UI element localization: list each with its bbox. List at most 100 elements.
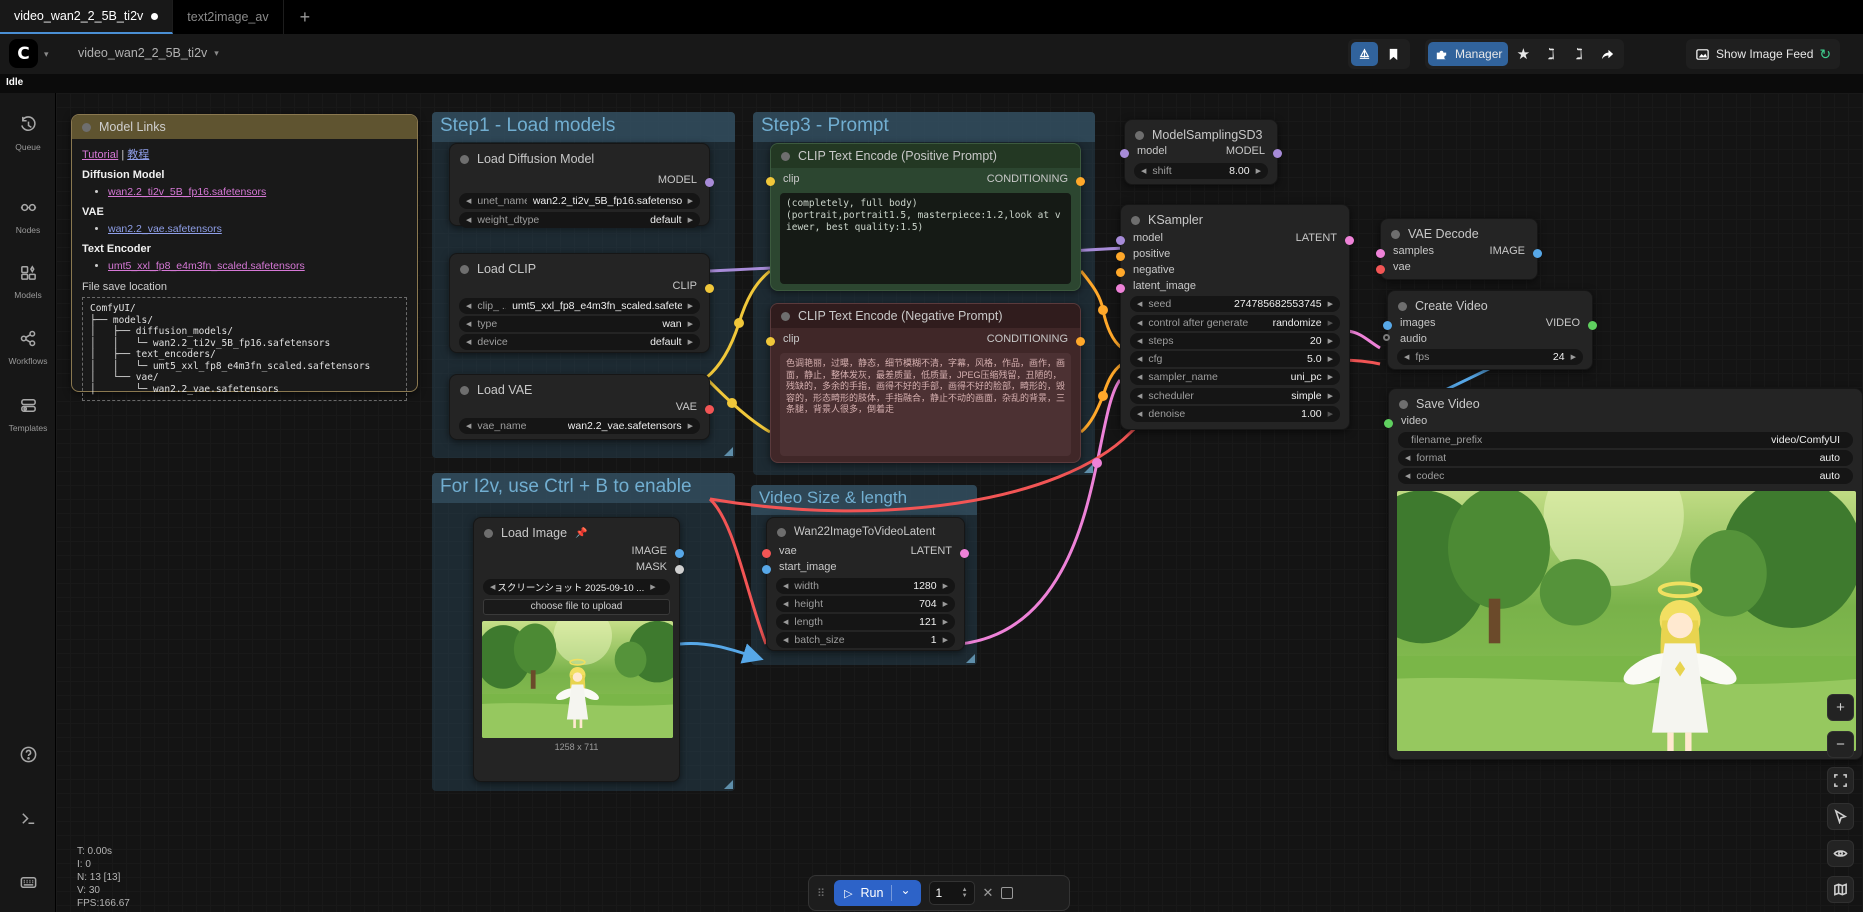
collapse-dot[interactable]	[777, 528, 786, 537]
widget-weight-dtype[interactable]: weight_dtype default	[459, 212, 700, 228]
widget-height[interactable]: height704	[776, 596, 955, 612]
share-button[interactable]	[1594, 42, 1621, 66]
chevron-down-icon[interactable]	[900, 889, 910, 897]
widget-filename-prefix[interactable]: filename_prefix video/ComfyUI	[1398, 432, 1853, 448]
select-mode-button[interactable]	[1827, 803, 1854, 830]
node-vae-decode[interactable]: VAE Decode samples vae IMAGE	[1380, 218, 1538, 280]
stepper-arrows-icon[interactable]: ▲▼	[962, 887, 968, 899]
input-dot-vae[interactable]	[1376, 265, 1385, 274]
widget-right-arrow-icon[interactable]	[650, 583, 655, 591]
widget-left-arrow-icon[interactable]	[466, 216, 471, 224]
input-dot-audio[interactable]	[1383, 334, 1390, 341]
text-encoder-link[interactable]: umt5_xxl_fp8_e4m3fn_scaled.safetensors	[108, 260, 305, 272]
show-image-feed-button[interactable]: Show Image Feed ↻	[1689, 42, 1837, 66]
input-dot-positive[interactable]	[1116, 252, 1125, 261]
bookmark-button[interactable]	[1380, 42, 1407, 66]
widget-left-arrow-icon[interactable]	[1137, 300, 1142, 308]
node-ksampler[interactable]: KSampler model positive negative latent_…	[1120, 204, 1350, 430]
toggle-links-button[interactable]	[1827, 840, 1854, 867]
widget-codec[interactable]: codec auto	[1398, 468, 1853, 484]
widget-steps[interactable]: steps20	[1130, 333, 1340, 349]
widget-right-arrow-icon[interactable]	[1328, 392, 1333, 400]
node-load-clip[interactable]: Load CLIP CLIP clip_ ... umt5_xxl_fp8_e4…	[449, 253, 710, 353]
vae-link[interactable]: wan2.2_vae.safetensors	[108, 223, 222, 235]
reroute-dot[interactable]	[1092, 458, 1102, 468]
collapse-dot[interactable]	[781, 152, 790, 161]
input-dot-start-image[interactable]	[762, 565, 771, 574]
load-image-preview[interactable]	[482, 621, 673, 738]
widget-right-arrow-icon[interactable]	[688, 338, 693, 346]
widget-right-arrow-icon[interactable]	[1328, 355, 1333, 363]
input-dot-model[interactable]	[1120, 149, 1129, 158]
input-dot-video[interactable]	[1384, 419, 1393, 428]
widget-format[interactable]: format auto	[1398, 450, 1853, 466]
widget-sampler-name[interactable]: sampler_nameuni_pc	[1130, 369, 1340, 385]
input-dot-vae[interactable]	[762, 549, 771, 558]
output-dot-latent[interactable]	[960, 549, 969, 558]
widget-seed[interactable]: seed274785682553745	[1130, 296, 1340, 312]
input-dot-model[interactable]	[1116, 236, 1125, 245]
widget-left-arrow-icon[interactable]	[1405, 454, 1410, 462]
sidebar-item-shortcuts[interactable]	[0, 873, 56, 897]
widget-right-arrow-icon[interactable]	[1328, 373, 1333, 381]
widget-right-arrow-icon[interactable]	[688, 216, 693, 224]
wire-ksampler-to-vaedecode[interactable]	[1348, 331, 1380, 348]
wire-image-to-start[interactable]	[680, 643, 758, 658]
widget-type[interactable]: type wan	[459, 316, 700, 332]
output-dot-conditioning[interactable]	[1076, 337, 1085, 346]
widget-clip-name[interactable]: clip_ ... umt5_xxl_fp8_e4m3fn_scaled.saf…	[459, 298, 700, 314]
reroute-dot[interactable]	[1098, 305, 1108, 315]
sidebar-item-workflows[interactable]: Workflows	[0, 329, 56, 366]
clear-queue-icon[interactable]: ✕	[983, 885, 994, 901]
widget-left-arrow-icon[interactable]	[1405, 472, 1410, 480]
widget-left-arrow-icon[interactable]	[783, 582, 788, 590]
wire-clip-to-negative[interactable]	[706, 378, 770, 432]
widget-right-arrow-icon[interactable]	[943, 636, 948, 644]
run-button[interactable]: Run	[834, 880, 920, 906]
output-dot-video[interactable]	[1588, 321, 1597, 330]
collapse-dot[interactable]	[460, 386, 469, 395]
collapse-dot[interactable]	[82, 123, 91, 132]
widget-left-arrow-icon[interactable]	[466, 422, 471, 430]
new-tab-button[interactable]: +	[284, 0, 327, 34]
widget-left-arrow-icon[interactable]	[1137, 373, 1142, 381]
widget-device[interactable]: device default	[459, 334, 700, 350]
widget-left-arrow-icon[interactable]	[1137, 337, 1142, 345]
widget-left-arrow-icon[interactable]	[783, 618, 788, 626]
output-dot-model[interactable]	[705, 178, 714, 187]
widget-left-arrow-icon[interactable]	[1141, 167, 1146, 175]
input-dot-samples[interactable]	[1376, 249, 1385, 258]
widget-image-select[interactable]: スクリーンショット 2025-09-10 ...	[483, 579, 670, 595]
collapse-dot[interactable]	[1391, 230, 1400, 239]
choose-file-button[interactable]: choose file to upload	[483, 599, 670, 615]
widget-unet-name[interactable]: unet_name wan2.2_ti2v_5B_fp16.safetensor…	[459, 193, 700, 209]
note-node-header[interactable]: Model Links	[72, 115, 417, 139]
tab-video-wan[interactable]: video_wan2_2_5B_ti2v	[0, 0, 173, 34]
widget-left-arrow-icon[interactable]	[466, 320, 471, 328]
output-dot-conditioning[interactable]	[1076, 177, 1085, 186]
batch-count-input[interactable]: 1 ▲▼	[929, 881, 975, 905]
node-load-vae[interactable]: Load VAE VAE vae_name wan2.2_vae.safeten…	[449, 374, 710, 440]
widget-left-arrow-icon[interactable]	[1404, 353, 1409, 361]
widget-right-arrow-icon[interactable]	[688, 302, 693, 310]
reroute-dot[interactable]	[734, 318, 744, 328]
canvas-toggle-button[interactable]	[1351, 42, 1378, 66]
sidebar-item-help[interactable]	[0, 745, 56, 769]
widget-scheduler[interactable]: schedulersimple	[1130, 388, 1340, 404]
collapse-dot[interactable]	[460, 155, 469, 164]
workflow-tool-button-1[interactable]: ℷ	[1538, 42, 1564, 66]
output-dot-mask[interactable]	[675, 565, 684, 574]
input-dot-images[interactable]	[1383, 321, 1392, 330]
widget-cfg[interactable]: cfg5.0	[1130, 351, 1340, 367]
node-model-sampling-sd3[interactable]: ModelSamplingSD3 model MODEL shift 8.00	[1124, 119, 1278, 185]
tutorial-link-en[interactable]: Tutorial	[82, 149, 118, 161]
collapse-dot[interactable]	[781, 312, 790, 321]
input-dot-clip[interactable]	[766, 337, 775, 346]
collapse-dot[interactable]	[460, 265, 469, 274]
widget-left-arrow-icon[interactable]	[466, 338, 471, 346]
widget-left-arrow-icon[interactable]	[1137, 319, 1142, 327]
favorites-button[interactable]: ★	[1510, 42, 1536, 66]
widget-right-arrow-icon[interactable]	[688, 320, 693, 328]
node-create-video[interactable]: Create Video images audio VIDEO fps 24	[1387, 290, 1593, 370]
stop-icon[interactable]	[1001, 887, 1013, 899]
